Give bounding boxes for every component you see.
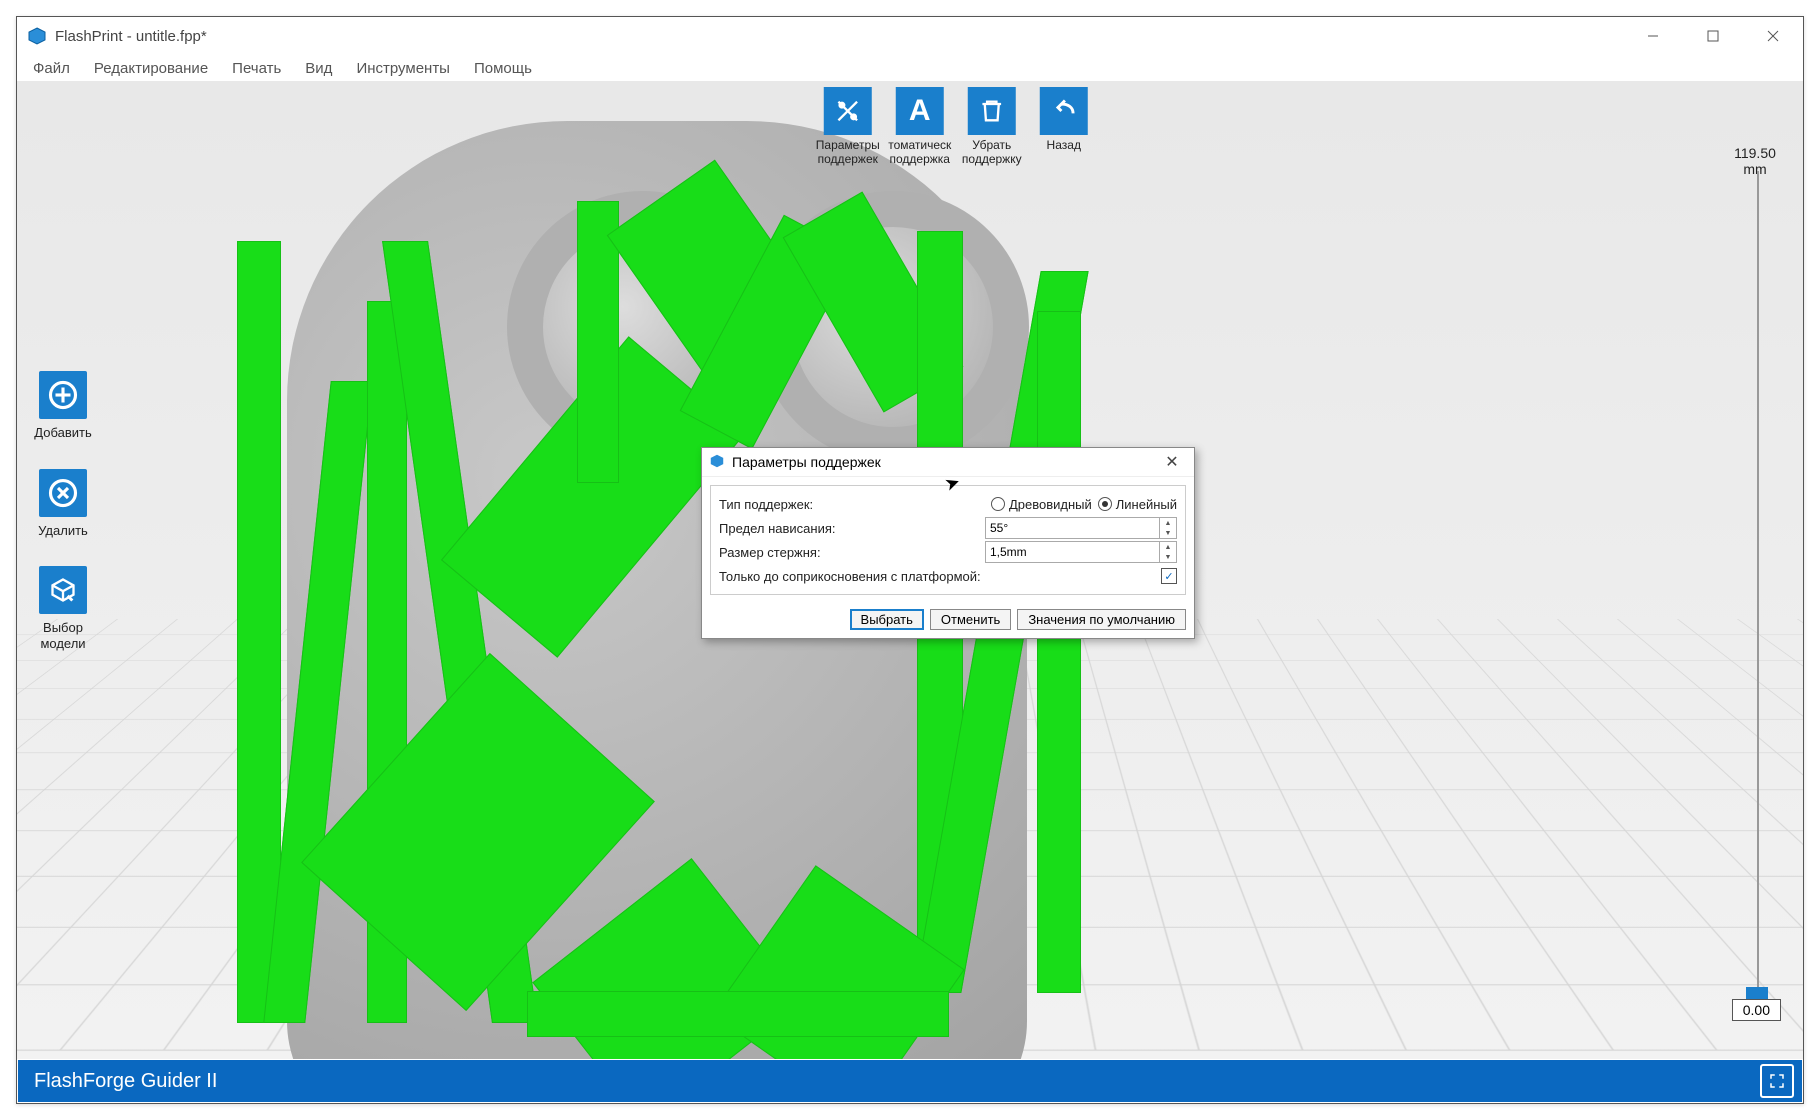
dialog-defaults-button[interactable]: Значения по умолчанию — [1017, 609, 1186, 630]
touch-platform-checkbox[interactable]: ✓ — [1161, 568, 1177, 584]
fullscreen-button[interactable] — [1760, 1064, 1794, 1098]
delete-support-button[interactable] — [39, 469, 87, 517]
dialog-select-button[interactable]: Выбрать — [850, 609, 924, 630]
select-model-button[interactable] — [39, 566, 87, 614]
menu-print[interactable]: Печать — [222, 58, 291, 79]
dialog-title: Параметры поддержек — [732, 454, 881, 470]
auto-support-button[interactable]: A — [896, 87, 944, 135]
overhang-label: Предел нависания: — [719, 521, 985, 536]
dialog-icon — [710, 454, 724, 471]
touch-platform-label: Только до соприкосновения с платформой: — [719, 569, 1161, 584]
ruler-thumb[interactable] — [1746, 987, 1768, 999]
dialog-close-button[interactable]: ✕ — [1158, 452, 1186, 472]
main-window: FlashPrint - untitle.fpp* Файл Редактиро… — [16, 16, 1804, 1104]
add-support-button[interactable] — [39, 371, 87, 419]
app-icon — [27, 26, 47, 46]
maximize-button[interactable] — [1683, 17, 1743, 55]
select-model-label: Выбор модели — [40, 620, 85, 651]
radio-linear[interactable]: Линейный — [1098, 497, 1177, 512]
menu-file[interactable]: Файл — [23, 58, 80, 79]
auto-support-label: томатическподдержка — [888, 139, 951, 167]
back-label: Назад — [1047, 139, 1081, 153]
minimize-button[interactable] — [1623, 17, 1683, 55]
support-params-label: Параметрыподдержек — [816, 139, 880, 167]
ruler-max-value: 119.50 — [1733, 145, 1777, 161]
menu-tools[interactable]: Инструменты — [346, 58, 460, 79]
menu-view[interactable]: Вид — [295, 58, 342, 79]
titlebar: FlashPrint - untitle.fpp* — [17, 17, 1803, 55]
remove-support-button[interactable] — [968, 87, 1016, 135]
back-button[interactable] — [1040, 87, 1088, 135]
height-ruler: 119.50 mm — [1733, 145, 1777, 177]
pillar-spinner[interactable]: ▲▼ — [985, 541, 1177, 563]
overhang-input[interactable] — [986, 521, 1176, 535]
close-button[interactable] — [1743, 17, 1803, 55]
remove-support-label: Убратьподдержку — [962, 139, 1022, 167]
statusbar: FlashForge Guider II — [18, 1060, 1802, 1102]
support-params-button[interactable] — [824, 87, 872, 135]
printer-name: FlashForge Guider II — [34, 1070, 217, 1093]
pillar-label: Размер стержня: — [719, 545, 985, 560]
radio-tree[interactable]: Древовидный — [991, 497, 1092, 512]
pillar-input[interactable] — [986, 545, 1176, 559]
ruler-track[interactable] — [1757, 171, 1759, 993]
left-toolbar: Добавить Удалить Выбор модели — [31, 371, 95, 651]
support-toolbar: Параметрыподдержек A томатическподдержка… — [813, 87, 1099, 167]
dialog-cancel-button[interactable]: Отменить — [930, 609, 1011, 630]
menubar: Файл Редактирование Печать Вид Инструмен… — [17, 55, 1803, 82]
delete-label: Удалить — [38, 523, 88, 539]
overhang-spinner[interactable]: ▲▼ — [985, 517, 1177, 539]
ruler-unit: mm — [1733, 161, 1777, 177]
window-title: FlashPrint - untitle.fpp* — [55, 28, 207, 45]
ruler-min-value: 0.00 — [1732, 999, 1781, 1021]
add-label: Добавить — [34, 425, 91, 441]
menu-help[interactable]: Помощь — [464, 58, 542, 79]
menu-edit[interactable]: Редактирование — [84, 58, 218, 79]
support-type-label: Тип поддержек: — [719, 497, 991, 512]
